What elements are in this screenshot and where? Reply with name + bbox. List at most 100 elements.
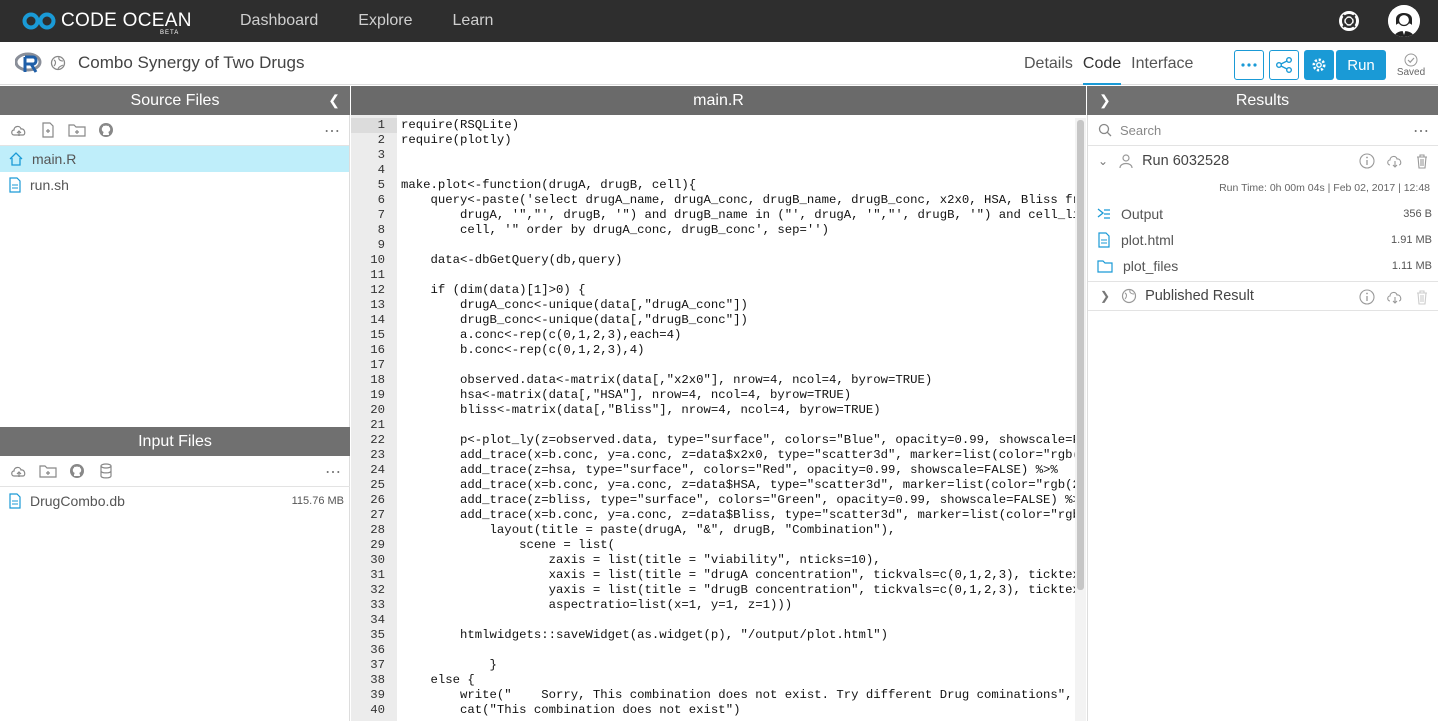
code-text: add_trace(z=bliss, type="surface", color… [401,493,1086,507]
trash-icon[interactable] [1414,289,1430,305]
input-file-drugcombo[interactable]: DrugCombo.db 115.76 MB [0,488,350,514]
code-editor[interactable]: 1 require(RSQLite) 2 require(plotly) 3 4 5 make… [351,115,1086,721]
code-line[interactable]: 13 drugA_conc<-unique(data[,"drugA_conc"… [351,298,1071,313]
code-line[interactable]: 24 add_trace(z=hsa, type="surface", colo… [351,463,1071,478]
line-number: 25 [370,478,385,492]
code-line[interactable]: 16 b.conc<-rep(c(0,1,2,3),4) [351,343,1071,358]
code-line[interactable]: 35 htmlwidgets::saveWidget(as.widget(p),… [351,628,1071,643]
trash-icon[interactable] [1414,153,1430,169]
help-lifebuoy-icon[interactable] [1338,10,1360,32]
input-more-icon[interactable]: ⋯ [325,462,342,482]
home-icon [9,152,23,166]
run-item[interactable]: ⌄ Run 6032528 [1088,146,1438,176]
code-line[interactable]: 21 [351,418,1071,433]
code-line[interactable]: 32 yaxis = list(title = "drugB concentra… [351,583,1086,598]
code-line[interactable]: 22 p<-plot_ly(z=observed.data, type="sur… [351,433,1086,448]
code-text: layout(title = paste(drugA, "&", drugB, … [401,523,896,537]
results-header: ❯ Results [1087,86,1438,115]
nav-explore[interactable]: Explore [358,12,412,30]
results-more-icon[interactable]: ⋯ [1413,121,1430,141]
code-line[interactable]: 29 scene = list( [351,538,1071,553]
result-file-plot-html[interactable]: plot.html 1.91 MB [1088,227,1438,253]
nav-learn[interactable]: Learn [453,12,494,30]
code-line[interactable]: 40 cat("This combination does not exist"… [351,703,1071,718]
code-line[interactable]: 19 hsa<-matrix(data[,"HSA"], nrow=4, nco… [351,388,1071,403]
code-line[interactable]: 33 aspectratio=list(x=1, y=1, z=1))) [351,598,1071,613]
code-line[interactable]: 4 [351,163,1071,178]
collapse-right-icon[interactable]: ❯ [1099,92,1111,109]
database-icon[interactable] [97,463,115,479]
more-options-button[interactable] [1234,50,1264,80]
source-file-run-sh[interactable]: run.sh [0,172,349,198]
upload-cloud-icon[interactable] [10,122,28,138]
code-line[interactable]: 17 [351,358,1071,373]
code-line[interactable]: 3 [351,148,1071,163]
result-file-plot-files[interactable]: plot_files 1.11 MB [1088,253,1438,279]
saved-status: Saved [1396,50,1426,78]
code-line[interactable]: 2 require(plotly) [351,133,1071,148]
chevron-down-icon[interactable]: ⌄ [1098,154,1108,168]
code-line[interactable]: 39 write(" Sorry, This combination does … [351,688,1086,703]
line-number: 26 [370,493,385,507]
code-line[interactable]: 5 make.plot<-function(drugA, drugB, cell)… [351,178,1071,193]
share-button[interactable] [1269,50,1299,80]
source-more-icon[interactable]: ⋯ [324,121,341,141]
globe-icon[interactable] [50,55,66,71]
code-line[interactable]: 27 add_trace(x=b.conc, y=a.conc, z=data$… [351,508,1086,523]
new-file-icon[interactable] [39,122,57,138]
code-line[interactable]: 38 else { [351,673,1071,688]
code-line[interactable]: 12 if (dim(data)[1]>0) { [351,283,1071,298]
download-cloud-icon[interactable] [1386,153,1404,169]
code-text: query<-paste('select drugA_name, drugA_c… [401,193,1086,207]
results-search[interactable]: Search ⋯ [1088,115,1438,146]
editor-scroll-thumb[interactable] [1077,120,1084,590]
code-line[interactable]: 9 [351,238,1071,253]
code-line[interactable]: 10 data<-dbGetQuery(db,query) [351,253,1071,268]
run-time: Run Time: 0h 00m 04s | Feb 02, 2017 | 12… [1219,182,1430,194]
upload-cloud-icon[interactable] [10,463,28,479]
code-line[interactable]: 26 add_trace(z=bliss, type="surface", co… [351,493,1086,508]
tab-interface[interactable]: Interface [1131,42,1193,85]
nav-dashboard[interactable]: Dashboard [240,12,318,30]
code-text: xaxis = list(title = "drugA concentratio… [401,568,1086,582]
code-line[interactable]: 1 require(RSQLite) [351,118,1071,133]
new-folder-icon[interactable] [68,122,86,138]
code-line[interactable]: 23 add_trace(x=b.conc, y=a.conc, z=data$… [351,448,1086,463]
code-line[interactable]: 6 query<-paste('select drugA_name, drugA… [351,193,1086,208]
info-icon[interactable] [1359,153,1375,169]
code-line[interactable]: 25 add_trace(x=b.conc, y=a.conc, z=data$… [351,478,1086,493]
github-icon[interactable] [68,463,86,479]
code-line[interactable]: 30 zaxis = list(title = "viability", nti… [351,553,1071,568]
code-line[interactable]: 15 a.conc<-rep(c(0,1,2,3),each=4) [351,328,1071,343]
code-line[interactable]: 11 [351,268,1071,283]
source-file-main-r[interactable]: main.R [0,146,349,172]
result-file-output[interactable]: Output 356 B [1088,201,1438,227]
code-line[interactable]: 18 observed.data<-matrix(data[,"x2x0"], … [351,373,1071,388]
code-line[interactable]: 7 drugA, '","', drugB, '") and drugB_nam… [351,208,1086,223]
code-line[interactable]: 31 xaxis = list(title = "drugA concentra… [351,568,1086,583]
code-line[interactable]: 20 bliss<-matrix(data[,"Bliss"], nrow=4,… [351,403,1071,418]
info-icon[interactable] [1359,289,1375,305]
editor-scrollbar[interactable] [1075,118,1086,721]
download-cloud-icon[interactable] [1386,289,1404,305]
code-line[interactable]: 37 } [351,658,1071,673]
published-result-item[interactable]: ❯ Published Result [1088,281,1438,311]
settings-button[interactable] [1304,50,1334,80]
chevron-right-icon[interactable]: ❯ [1100,289,1110,303]
new-folder-icon[interactable] [39,463,57,479]
code-line[interactable]: 28 layout(title = paste(drugA, "&", drug… [351,523,1071,538]
source-file-label: main.R [32,151,77,167]
code-text: observed.data<-matrix(data[,"x2x0"], nro… [401,373,933,387]
run-button[interactable]: Run [1336,50,1386,80]
code-line[interactable]: 8 cell, '" order by drugA_conc, drugB_co… [351,223,1071,238]
tab-code[interactable]: Code [1082,42,1122,85]
github-icon[interactable] [97,122,115,138]
capsule-header: Combo Synergy of Two Drugs Details Code … [0,42,1438,85]
code-line[interactable]: 36 [351,643,1071,658]
tab-details[interactable]: Details [1024,42,1073,85]
code-ocean-logo[interactable]: CODE OCEAN BETA [22,10,222,36]
code-line[interactable]: 14 drugB_conc<-unique(data[,"drugB_conc"… [351,313,1071,328]
collapse-left-icon[interactable]: ❮ [328,92,340,109]
code-line[interactable]: 34 [351,613,1071,628]
user-avatar[interactable] [1388,5,1420,37]
